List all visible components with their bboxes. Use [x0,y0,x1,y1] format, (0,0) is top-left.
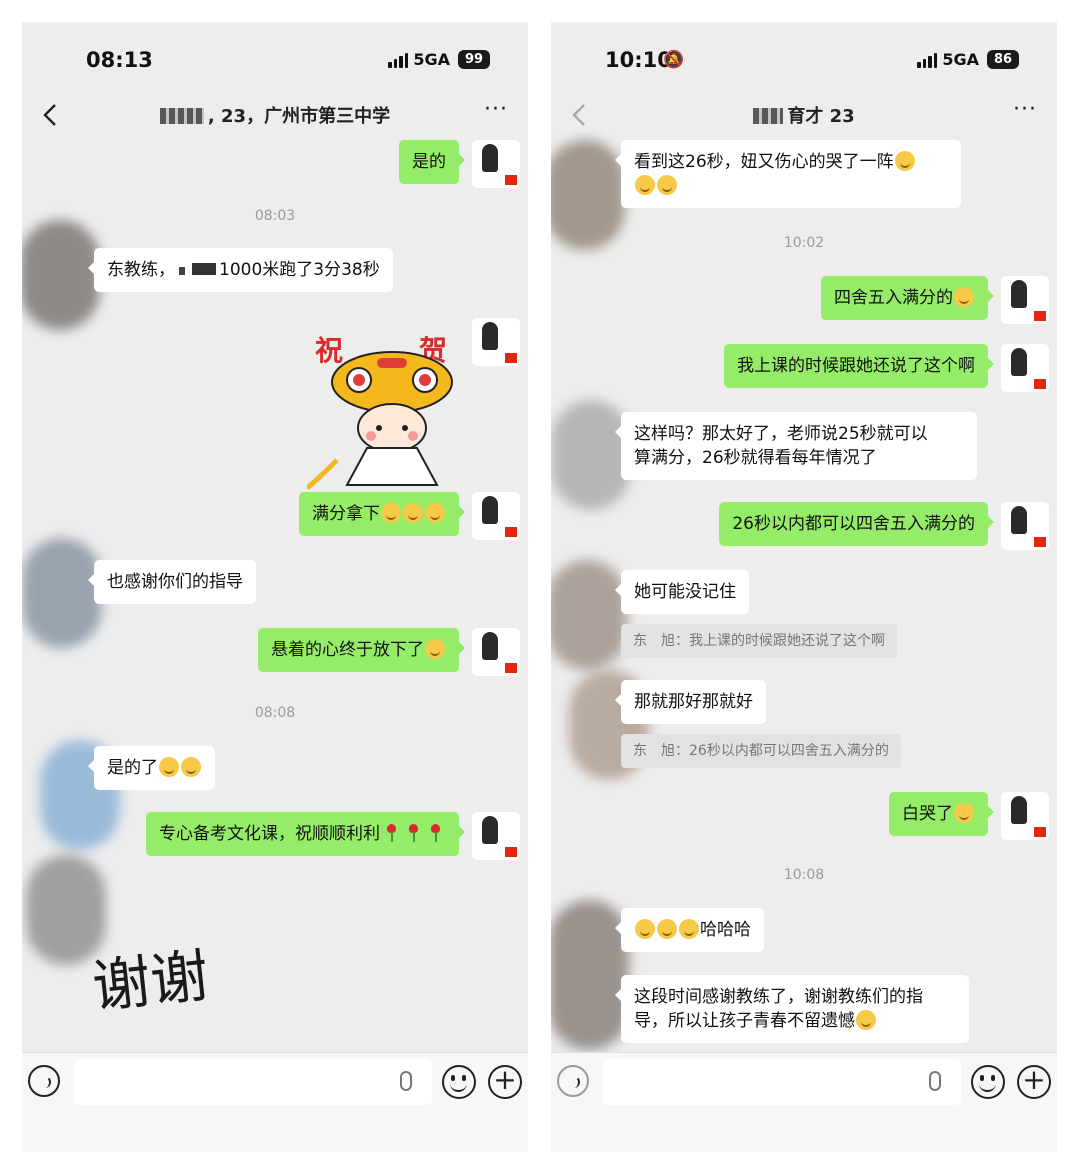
quoted-reply[interactable]: 东 旭：我上课的时候跟她还说了这个啊 [621,624,897,658]
redacted-name [753,108,784,124]
message-bubble-sent[interactable]: 悬着的心终于放下了 [258,628,465,672]
quoted-reply[interactable]: 东 旭：26秒以内都可以四舍五入满分的 [621,734,901,768]
message-bubble-received[interactable]: 东教练， 1000米跑了3分38秒 [88,248,393,292]
back-arrow-icon[interactable] [36,100,66,130]
my-avatar[interactable] [1001,502,1049,550]
input-bar: + [22,1052,528,1152]
chat-header: 育才 23 ··· [551,99,1057,142]
message-input[interactable] [74,1059,432,1105]
message-bubble-received[interactable]: 这样吗？那太好了，老师说25秒就可以 算满分，26秒就得看每年情况了 [615,412,977,480]
message-bubble-received[interactable]: 她可能没记住 [615,570,749,614]
message-bubble-sent[interactable]: 四舍五入满分的 [821,276,994,320]
status-time: 08:13 [86,48,153,72]
message-bubble-sent[interactable]: 是的 [399,140,465,184]
status-bar: 10:10 🔕 5GA 86 [551,22,1057,100]
mute-bell-icon: 🔕 [663,50,685,70]
thanks-handwriting-sticker[interactable]: 谢谢 [92,930,272,1020]
emoji-icon[interactable] [971,1065,1005,1099]
redacted-name [159,108,204,124]
plus-icon[interactable]: + [1017,1065,1051,1099]
message-bubble-received[interactable]: 这段时间感谢教练了，谢谢教练们的指 导，所以让孩子青春不留遗憾 [615,975,969,1043]
chat-title: , 23，广州市第三中学 [82,102,468,128]
network-label: 5GA [413,50,450,69]
message-bubble-sent[interactable]: 26秒以内都可以四舍五入满分的 [719,502,994,546]
plus-icon[interactable]: + [488,1065,522,1099]
message-list[interactable]: 看到这26秒，妞又伤心的哭了一阵 10:02 四舍五入满分的 我上课的时候跟她还… [551,140,1057,1052]
mic-icon[interactable] [400,1071,412,1091]
more-options-icon[interactable]: ··· [1013,99,1043,124]
message-bubble-received[interactable]: 看到这26秒，妞又伤心的哭了一阵 [615,140,961,208]
lion-dance-sticker[interactable]: 祝 贺 [307,330,477,490]
contact-avatar-blurred[interactable] [551,140,625,250]
my-avatar[interactable] [472,812,520,860]
message-bubble-received[interactable]: 是的了 [88,746,215,790]
battery-icon: 86 [987,50,1019,69]
signal-icon [917,52,937,68]
contact-avatar-blurred[interactable] [551,400,631,510]
chat-title: 育才 23 [611,102,997,128]
battery-icon: 99 [458,50,490,69]
voice-input-icon[interactable] [28,1065,60,1097]
my-avatar[interactable] [1001,792,1049,840]
message-input[interactable] [603,1059,961,1105]
my-avatar[interactable] [472,628,520,676]
message-list[interactable]: 是的 08:03 东教练， 1000米跑了3分38秒 祝 贺 满分拿下 也感谢你们… [22,140,528,1052]
input-bar: + [551,1052,1057,1152]
timestamp: 08:08 [254,705,296,721]
timestamp: 08:03 [254,208,296,224]
my-avatar[interactable] [472,318,520,366]
back-arrow-icon[interactable] [565,100,595,130]
message-bubble-received[interactable]: 那就那好那就好 [615,680,766,724]
message-bubble-sent[interactable]: 我上课的时候跟她还说了这个啊 [724,344,994,388]
left-chat-screen: 08:13 5GA 99 , 23，广州市第三中学 ··· 是的 08:03 东… [22,22,528,1152]
message-bubble-sent[interactable]: 专心备考文化课，祝顺顺利利 [146,812,465,856]
message-bubble-sent[interactable]: 满分拿下 [299,492,465,536]
my-avatar[interactable] [472,492,520,540]
contact-avatar-blurred[interactable] [551,560,627,670]
voice-input-icon[interactable] [557,1065,589,1097]
mic-icon[interactable] [929,1071,941,1091]
network-label: 5GA [942,50,979,69]
chat-header: , 23，广州市第三中学 ··· [22,99,528,142]
emoji-icon[interactable] [442,1065,476,1099]
svg-text:谢谢: 谢谢 [92,941,212,1020]
right-chat-screen: 10:10 🔕 5GA 86 育才 23 ··· 看到这26秒，妞又伤心的哭了一… [551,22,1057,1152]
more-options-icon[interactable]: ··· [484,99,514,124]
signal-icon [388,52,408,68]
my-avatar[interactable] [1001,344,1049,392]
my-avatar[interactable] [1001,276,1049,324]
status-bar: 08:13 5GA 99 [22,22,528,100]
svg-text:祝: 祝 [315,334,343,367]
timestamp: 10:08 [783,867,825,883]
message-bubble-received[interactable]: 哈哈哈 [615,908,764,952]
timestamp: 10:02 [783,235,825,251]
my-avatar[interactable] [472,140,520,188]
contact-avatar-blurred[interactable] [22,220,100,330]
message-bubble-sent[interactable]: 白哭了 [889,792,994,836]
message-bubble-received[interactable]: 也感谢你们的指导 [88,560,256,604]
status-time: 10:10 [605,48,672,72]
contact-avatar-blurred[interactable] [22,538,102,648]
